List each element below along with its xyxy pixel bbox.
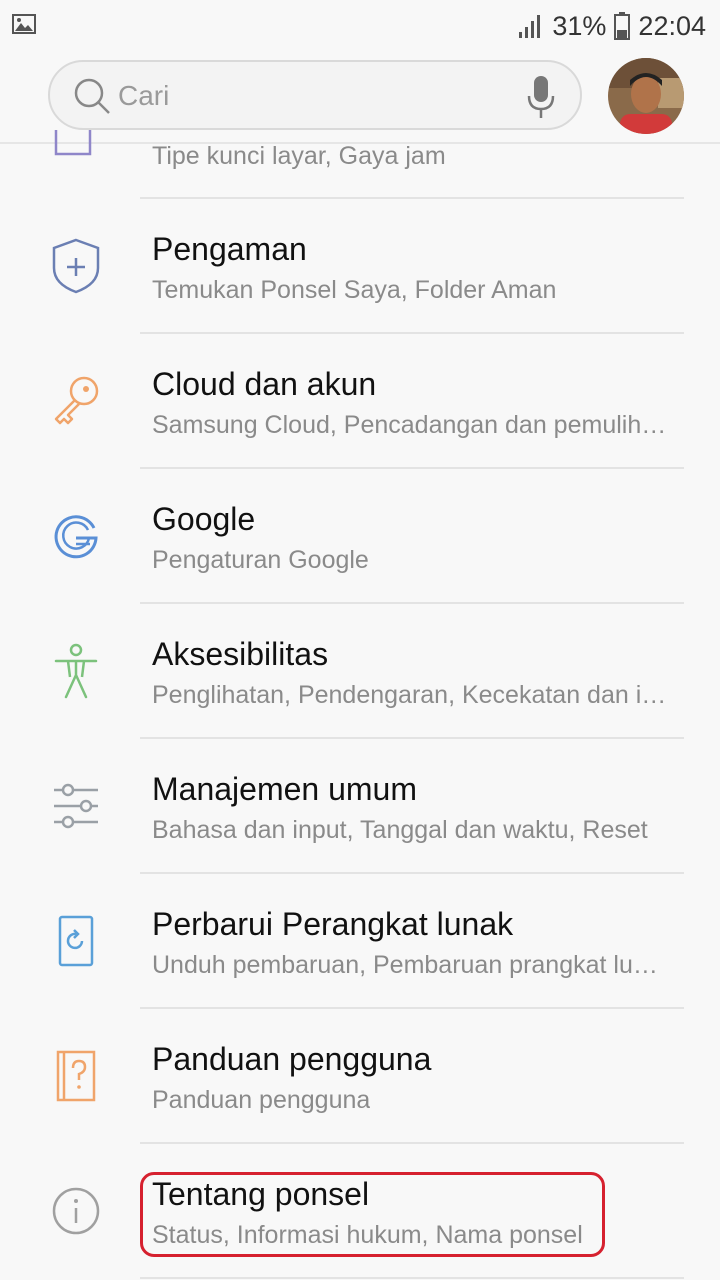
highlight-annotation [140,1172,605,1257]
settings-item-lock-screen[interactable]: Tipe kunci layar, Gaya jam [0,130,720,200]
shield-icon [52,238,100,294]
settings-item-subtitle: Tipe kunci layar, Gaya jam [152,142,446,170]
settings-item-security[interactable]: Pengaman Temukan Ponsel Saya, Folder Ama… [0,198,720,333]
settings-item-title: Cloud dan akun [152,366,377,402]
settings-item-subtitle: Penglihatan, Pendengaran, Kecekatan dan … [152,681,667,709]
user-manual-icon [56,1050,96,1102]
settings-item-software-update[interactable]: Perbarui Perangkat lunak Unduh pembaruan… [0,873,720,1008]
settings-item-subtitle: Samsung Cloud, Pencadangan dan pemulih… [152,411,667,439]
clock: 22:04 [638,10,706,41]
gallery-notification-icon [12,14,36,34]
settings-item-accessibility[interactable]: Aksesibilitas Penglihatan, Pendengaran, … [0,603,720,738]
key-icon [54,376,99,425]
battery-icon [614,12,631,40]
sliders-icon [54,783,98,829]
settings-item-subtitle: Pengaturan Google [152,546,369,574]
microphone-icon[interactable] [524,74,558,120]
search-bar[interactable]: Cari [48,60,582,130]
settings-item-title: Google [152,501,256,537]
settings-item-subtitle: Panduan pengguna [152,1086,371,1114]
settings-item-subtitle: Temukan Ponsel Saya, Folder Aman [152,276,557,304]
settings-item-general-management[interactable]: Manajemen umum Bahasa dan input, Tanggal… [0,738,720,873]
settings-item-title: Pengaman [152,231,307,267]
settings-item-subtitle: Unduh pembaruan, Pembaruan prangkat lu… [152,951,658,979]
info-icon [52,1187,100,1235]
settings-item-title: Manajemen umum [152,771,417,807]
settings-item-title: Perbarui Perangkat lunak [152,906,514,942]
status-bar: 31% 22:04 [0,0,720,50]
divider [140,1277,684,1279]
battery-percent: 31% [552,10,607,41]
software-update-icon [58,915,94,967]
avatar-photo [608,58,684,134]
settings-item-user-manual[interactable]: Panduan pengguna Panduan pengguna [0,1008,720,1143]
search-input[interactable]: Cari [118,80,169,112]
settings-item-subtitle: Bahasa dan input, Tanggal dan waktu, Res… [152,816,648,844]
search-icon [74,78,110,114]
google-icon [54,515,98,559]
lock-screen-icon [54,130,92,156]
settings-item-title: Aksesibilitas [152,636,329,672]
signal-icon [519,15,541,38]
profile-avatar[interactable] [608,58,684,134]
accessibility-icon [54,643,98,699]
settings-item-cloud-accounts[interactable]: Cloud dan akun Samsung Cloud, Pencadanga… [0,333,720,468]
settings-item-title: Panduan pengguna [152,1041,432,1077]
settings-item-google[interactable]: Google Pengaturan Google [0,468,720,603]
